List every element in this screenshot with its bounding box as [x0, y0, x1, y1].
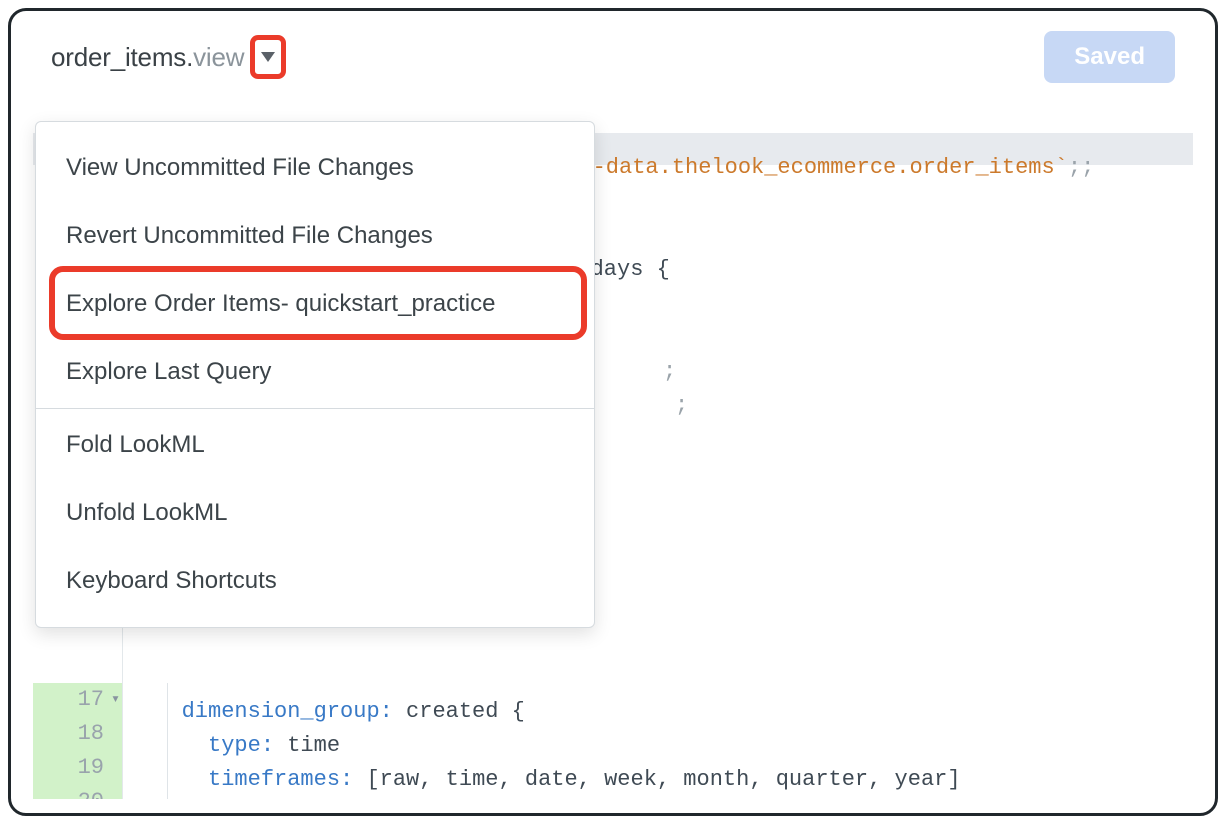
- menu-explore-last-query[interactable]: Explore Last Query: [36, 338, 594, 406]
- menu-view-uncommitted[interactable]: View Uncommitted File Changes: [36, 134, 594, 202]
- code-line-18: type: time: [123, 717, 340, 751]
- gutter-17[interactable]: 17: [33, 683, 123, 717]
- filename-base: order_items.: [51, 42, 193, 72]
- gutter-19[interactable]: 19: [33, 751, 123, 785]
- file-dropdown-menu: View Uncommitted File Changes Revert Unc…: [35, 121, 595, 628]
- saved-button[interactable]: Saved: [1044, 31, 1175, 83]
- gutter-18[interactable]: 18: [33, 717, 123, 751]
- file-header: order_items.view Saved: [11, 11, 1215, 97]
- file-menu-trigger[interactable]: [250, 35, 286, 79]
- menu-revert-uncommitted[interactable]: Revert Uncommitted File Changes: [36, 202, 594, 270]
- filename: order_items.view: [51, 42, 244, 73]
- gutter-20[interactable]: 20: [33, 785, 123, 799]
- menu-unfold-lookml[interactable]: Unfold LookML: [36, 479, 594, 547]
- code-line-19: timeframes: [raw, time, date, week, mont…: [123, 751, 961, 785]
- menu-divider: [36, 408, 594, 409]
- caret-down-icon: [261, 52, 275, 62]
- filename-ext: view: [193, 42, 244, 72]
- menu-explore-order-items[interactable]: Explore Order Items- quickstart_practice: [36, 270, 594, 338]
- code-line-17: dimension_group: created {: [123, 683, 525, 717]
- app-window: order_items.view Saved lic-data.thelook_…: [8, 8, 1218, 816]
- code-line-20: sql: ${TABLE}.created_at ;;: [123, 785, 569, 799]
- menu-keyboard-shortcuts[interactable]: Keyboard Shortcuts: [36, 547, 594, 615]
- menu-fold-lookml[interactable]: Fold LookML: [36, 411, 594, 479]
